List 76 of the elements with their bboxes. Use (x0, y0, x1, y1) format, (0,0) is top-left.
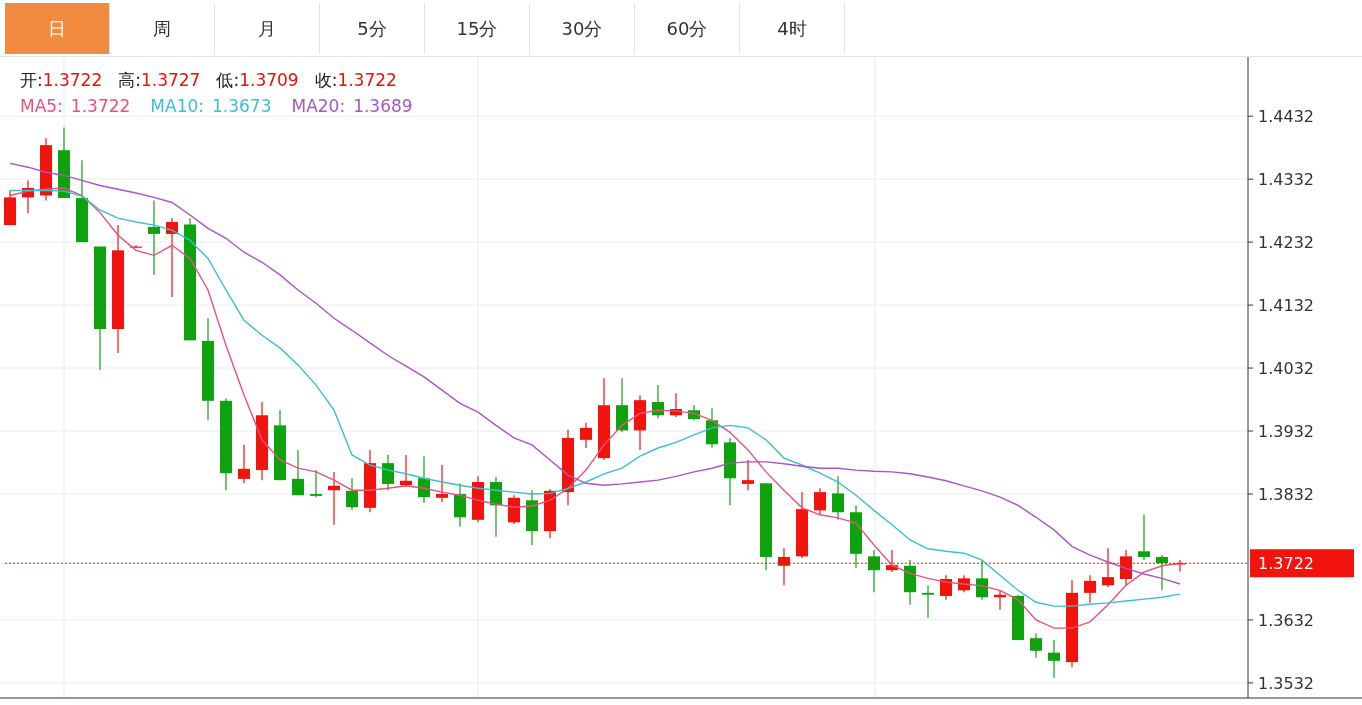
moving-average-name: MA20: (291, 96, 346, 116)
candlestick (796, 491, 808, 559)
candlestick (886, 549, 898, 573)
candlestick (490, 476, 502, 538)
candlestick (994, 589, 1006, 611)
candlestick (580, 422, 592, 449)
quote-value: 1.3709 (239, 70, 299, 90)
candlestick (1156, 554, 1168, 591)
candlestick (526, 489, 538, 546)
moving-average-value: 1.3722 (70, 96, 131, 116)
candlestick (328, 471, 340, 526)
candlestick (1048, 639, 1060, 679)
quote-label: 开: (20, 70, 43, 90)
quote-value: 1.3722 (337, 70, 397, 90)
axis-label: 1.3832 (1258, 485, 1314, 504)
ref-line-label: 1.3722 (1258, 554, 1314, 574)
candlestick (130, 244, 142, 249)
candlestick (706, 407, 718, 448)
candlestick (922, 584, 934, 619)
candlestick (1084, 574, 1096, 604)
candlestick (472, 475, 484, 523)
axis-label: 1.3932 (1258, 422, 1314, 441)
candlestick (4, 189, 16, 226)
candlestick (1138, 514, 1150, 561)
candlestick (670, 392, 682, 418)
axis-label: 1.4232 (1258, 233, 1314, 253)
candlestick (436, 464, 448, 503)
candlestick (814, 487, 826, 516)
candlestick (400, 454, 412, 488)
candlestick (778, 547, 790, 586)
candlestick (688, 404, 700, 421)
candlestick (652, 384, 664, 420)
candlestick (1012, 594, 1024, 641)
candlestick (238, 444, 250, 484)
axis-label: 1.4032 (1258, 359, 1314, 379)
candlestick (832, 475, 844, 521)
quote-label: 低: (216, 70, 240, 90)
current-price-label: 1.3722 (1250, 549, 1354, 578)
candlestick (634, 394, 646, 451)
candlestick (868, 549, 880, 593)
axis-label: 1.4432 (1258, 107, 1314, 127)
candlestick (544, 488, 556, 539)
moving-average-value: 1.3673 (212, 96, 272, 116)
candlestick (382, 454, 394, 491)
candlestick (958, 574, 970, 593)
quote-value: 1.3727 (140, 70, 201, 90)
candlestick (1102, 547, 1114, 588)
quote-value: 1.3722 (42, 70, 103, 90)
candlestick (724, 437, 736, 506)
axis-label: 1.3532 (1258, 673, 1314, 693)
axis-label: 1.3632 (1258, 610, 1314, 630)
candlestick (616, 377, 628, 433)
candlestick (976, 559, 988, 601)
candlestick (850, 504, 862, 569)
candlestick (292, 449, 304, 496)
candlestick (904, 559, 916, 606)
candlestick (310, 469, 322, 498)
candlestick (1120, 549, 1132, 586)
quote-label: 高: (118, 70, 141, 90)
axis-label: 1.4332 (1258, 170, 1314, 190)
candlestick (40, 137, 52, 202)
candlestick (364, 449, 376, 513)
quote-label: 收: (314, 70, 338, 90)
candlestick (742, 459, 754, 491)
moving-average-value: 1.3689 (353, 96, 413, 116)
candlestick (454, 482, 466, 528)
candlestick (22, 179, 34, 214)
candlestick (1030, 632, 1042, 659)
candlestick (346, 477, 358, 511)
moving-average-name: MA5: (20, 96, 63, 116)
candlestick (940, 574, 952, 601)
candlestick (274, 409, 286, 481)
candlestick (418, 455, 430, 504)
axis-label: 1.4132 (1258, 296, 1314, 316)
candlestick (508, 494, 520, 525)
moving-average-name: MA10: (150, 96, 204, 116)
